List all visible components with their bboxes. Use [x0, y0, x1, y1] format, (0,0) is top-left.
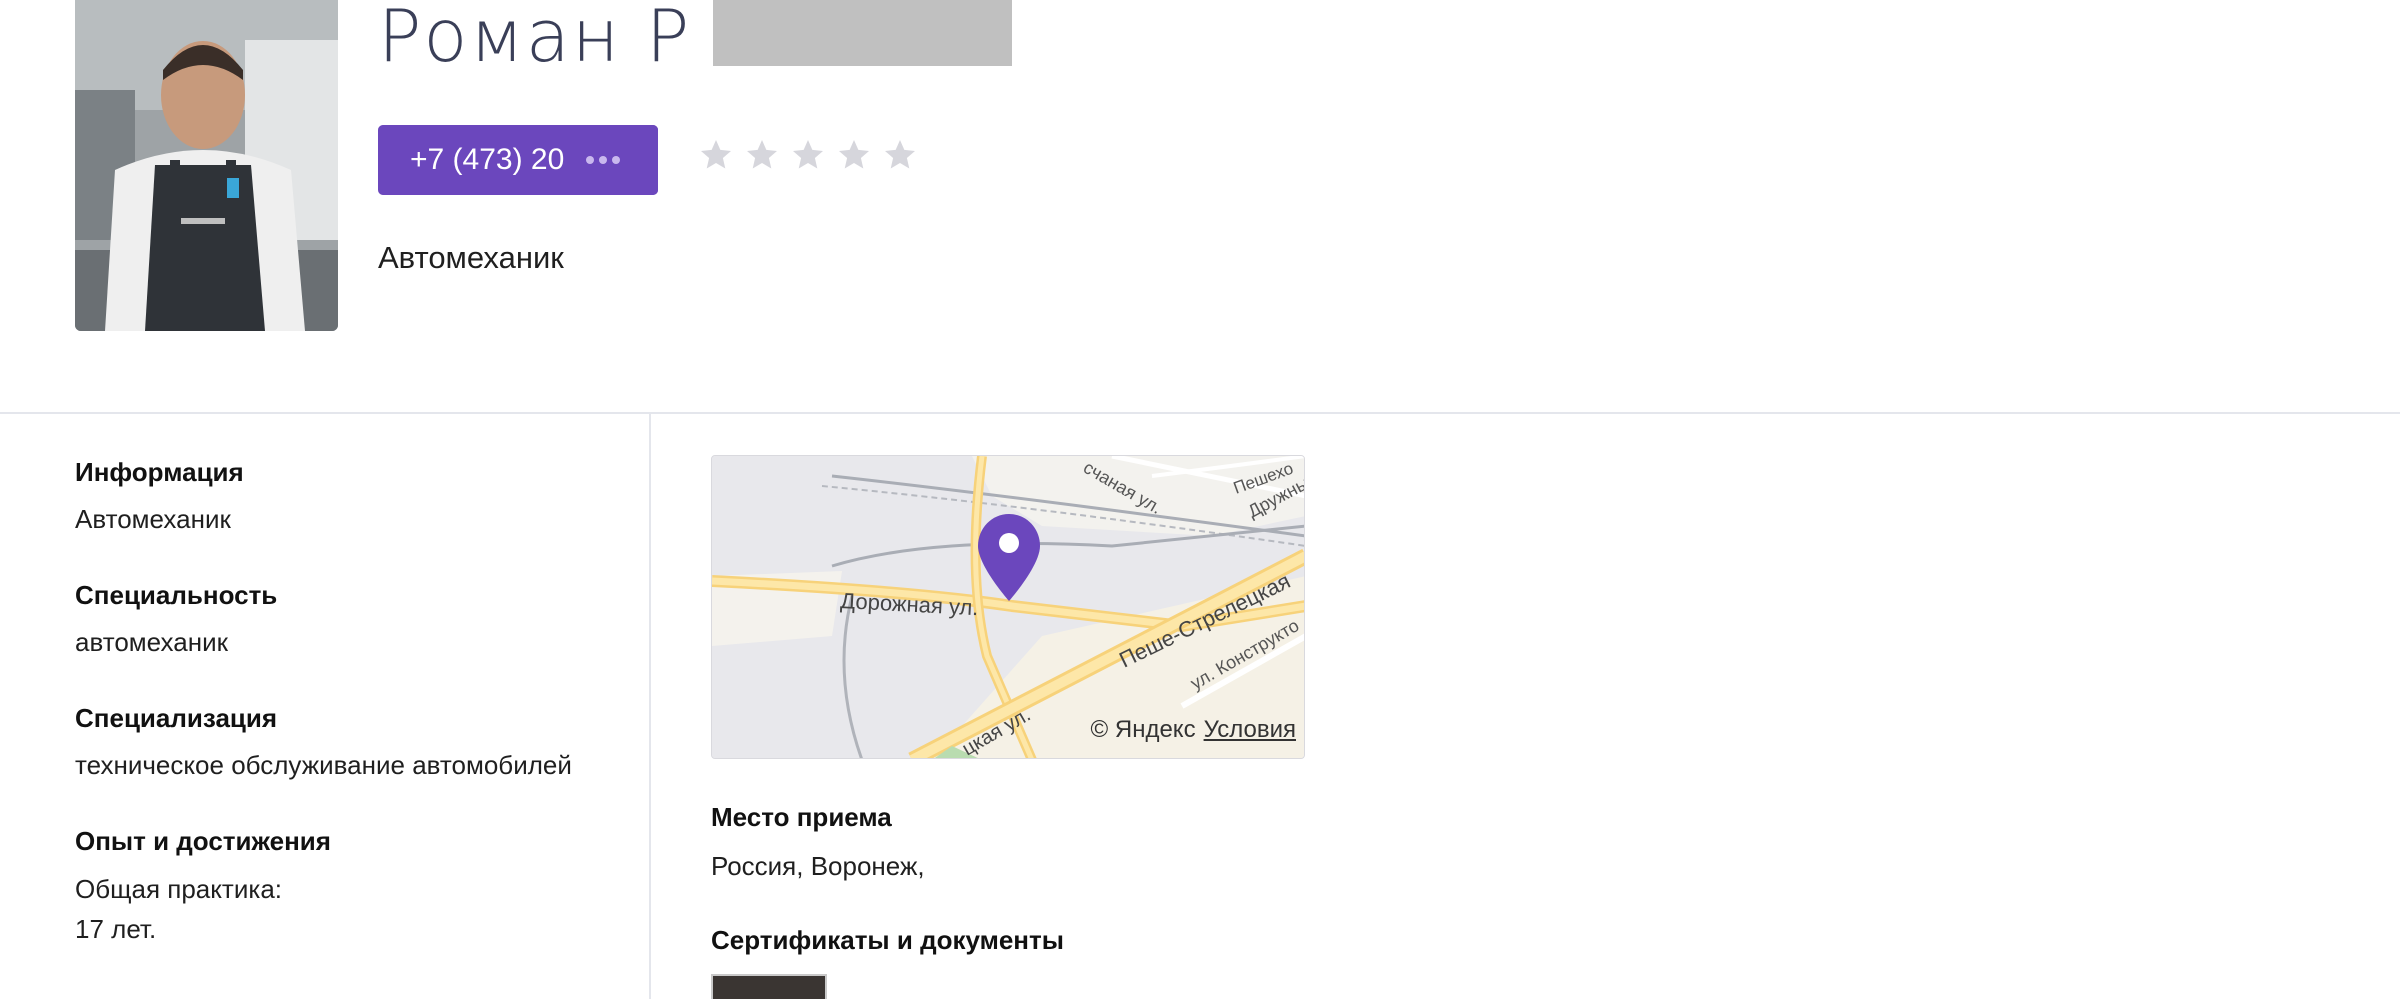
header-divider	[0, 412, 2400, 414]
info-block-specialty: Специальность автомеханик	[75, 580, 635, 655]
reception-label: Место приема	[711, 802, 892, 832]
experience-text: Общая практика: 17 лет.	[75, 869, 635, 949]
info-value: Автомеханик	[75, 504, 231, 534]
specialty-value: автомеханик	[75, 627, 228, 657]
experience-line: 17 лет.	[75, 914, 157, 944]
star-icon[interactable]	[882, 137, 918, 173]
info-block-information: Информация Автомеханик	[75, 457, 635, 532]
star-icon[interactable]	[744, 137, 780, 173]
reception-value: Россия, Воронеж,	[711, 851, 925, 881]
column-divider	[649, 413, 651, 999]
show-phone-button[interactable]: +7 (473) 20	[378, 125, 658, 195]
profile-name-text: Роман Р	[378, 0, 692, 78]
profession-title: Автомеханик	[378, 240, 564, 275]
star-icon[interactable]	[790, 137, 826, 173]
info-label: Информация	[75, 457, 244, 487]
certificates-section: Сертификаты и документы	[711, 925, 1064, 956]
specialty-label: Специальность	[75, 580, 278, 610]
reception-section: Место приема Россия, Воронеж,	[711, 802, 925, 882]
name-redaction	[713, 0, 1012, 66]
more-dots-icon	[586, 125, 620, 195]
map-copyright-text: © Яндекс	[1090, 716, 1196, 743]
phone-number: +7 (473) 20	[410, 143, 565, 176]
specialization-value: техническое обслуживание автомобилей	[75, 750, 572, 780]
info-block-specialization: Специализация техническое обслуживание а…	[75, 703, 635, 778]
rating-stars[interactable]	[698, 137, 918, 173]
avatar	[75, 0, 338, 331]
star-icon[interactable]	[836, 137, 872, 173]
info-block-experience: Опыт и достижения Общая практика: 17 лет…	[75, 826, 635, 949]
map-terms-link[interactable]: Условия	[1204, 716, 1296, 744]
profile-name: Роман Р	[378, 0, 691, 80]
specialization-label: Специализация	[75, 703, 278, 733]
certificate-thumbnail[interactable]	[711, 974, 827, 999]
star-icon[interactable]	[698, 137, 734, 173]
experience-line: Общая практика:	[75, 874, 282, 904]
certificates-label: Сертификаты и документы	[711, 925, 1064, 955]
location-map[interactable]: Дорожная ул. Пеше-Стрелецкая ул. Констру…	[711, 455, 1305, 759]
map-copyright: © Яндекс Условия	[1091, 716, 1296, 744]
experience-label: Опыт и достижения	[75, 826, 331, 856]
